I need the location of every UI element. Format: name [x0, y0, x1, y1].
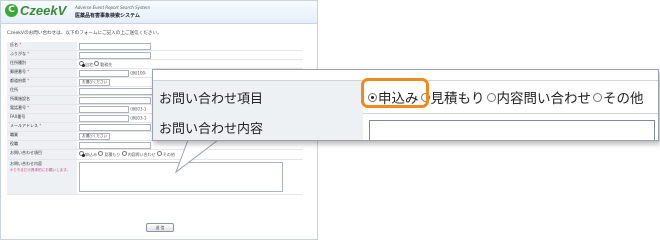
selection-highlight [361, 78, 429, 108]
radio-content-inquiry[interactable] [486, 92, 496, 102]
option-other-label: その他 [603, 91, 644, 107]
radio-other[interactable] [593, 92, 602, 102]
callout-inquiry-label: お問い合わせ項目 [153, 81, 363, 113]
option-estimate-label: 見積もり [430, 91, 485, 107]
option-content-inquiry-label: 内容問い合わせ [496, 91, 592, 107]
option-other[interactable]: その他 [593, 87, 644, 107]
inquiry-content-textarea[interactable] [369, 120, 655, 140]
callout-content-label: お問い合わせ内容 [153, 113, 363, 140]
callout-row-inquiry-content: お問い合わせ内容 [153, 113, 658, 140]
option-estimate[interactable]: 見積もり [420, 87, 485, 107]
option-content-inquiry[interactable]: 内容問い合わせ [486, 87, 592, 107]
callout-row-inquiry-type: お問い合わせ項目 申込み 見積もり 内容問い合わせ その他 [153, 78, 658, 114]
zoom-callout: お問い合わせ項目 申込み 見積もり 内容問い合わせ その他 お問い合わせ内容 [152, 69, 659, 141]
